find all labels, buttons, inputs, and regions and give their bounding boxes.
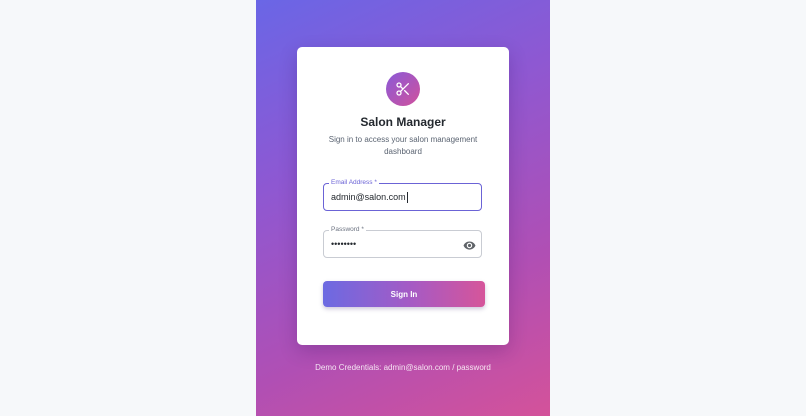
email-input-text: admin@salon.com bbox=[331, 192, 406, 202]
email-input-value[interactable]: admin@salon.com bbox=[331, 184, 408, 210]
text-caret bbox=[406, 191, 408, 203]
sign-in-button[interactable]: Sign In bbox=[323, 281, 485, 307]
app-title: Salon Manager bbox=[360, 115, 446, 129]
scissors-icon bbox=[396, 82, 409, 96]
logo-badge bbox=[386, 72, 420, 106]
login-card: Salon Manager Sign in to access your sal… bbox=[297, 47, 509, 345]
password-masked-text: •••••••• bbox=[331, 239, 357, 249]
password-visibility-toggle[interactable] bbox=[461, 237, 477, 253]
eye-icon bbox=[463, 240, 475, 250]
login-background: Salon Manager Sign in to access your sal… bbox=[256, 0, 550, 416]
password-field[interactable]: Password * •••••••• bbox=[323, 225, 482, 258]
demo-credentials-text: Demo Credentials: admin@salon.com / pass… bbox=[315, 363, 491, 372]
password-input-value[interactable]: •••••••• bbox=[331, 231, 356, 257]
app-subtitle: Sign in to access your salon management … bbox=[328, 135, 478, 156]
email-field[interactable]: Email Address * admin@salon.com bbox=[323, 178, 482, 211]
